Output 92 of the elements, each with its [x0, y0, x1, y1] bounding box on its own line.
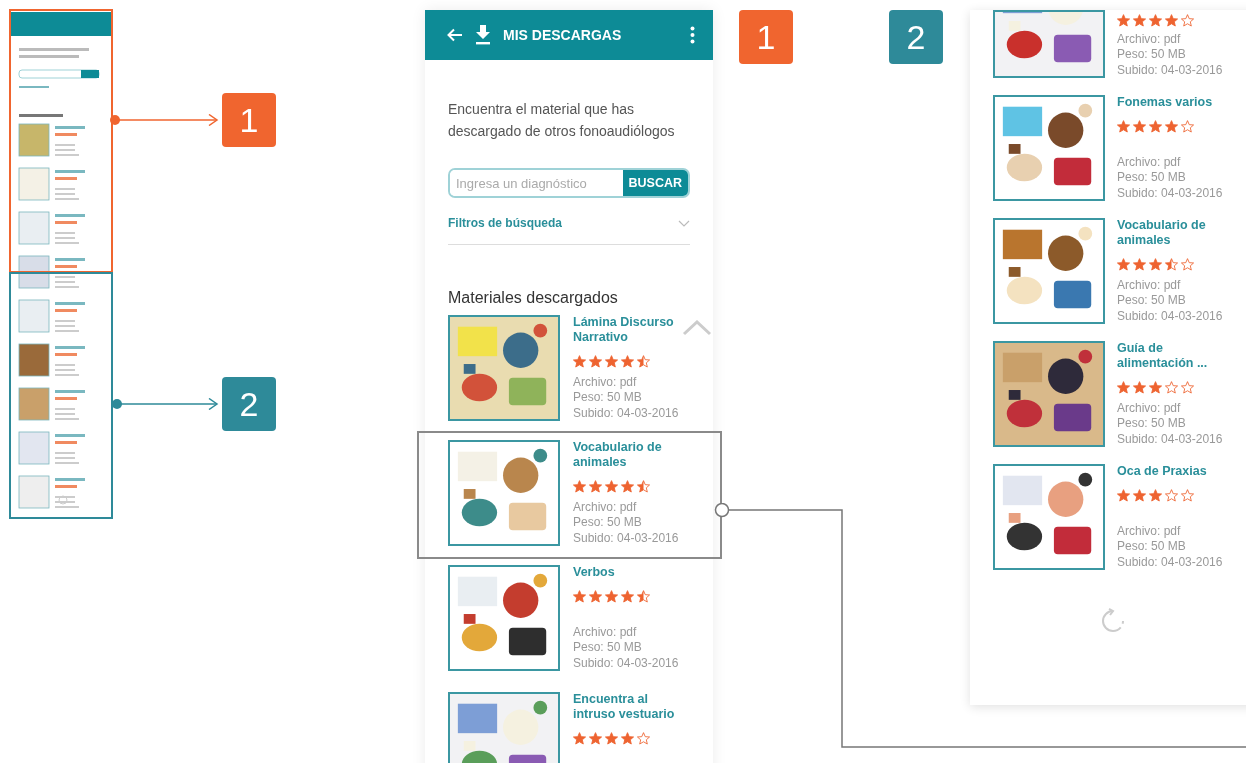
file-size: Peso: 50 MB	[573, 640, 643, 656]
star-icon	[1133, 14, 1146, 27]
upload-date: Subido: 04-03-2016	[1117, 554, 1224, 570]
star-icon	[1149, 258, 1162, 271]
star-icon	[1181, 120, 1194, 133]
star-icon	[573, 732, 586, 745]
more-menu-icon[interactable]	[690, 26, 695, 44]
callout-badge: 1	[739, 10, 793, 64]
back-arrow-icon[interactable]	[447, 28, 463, 42]
star-icon	[1133, 381, 1146, 394]
star-icon	[1165, 258, 1178, 271]
star-icon	[605, 590, 618, 603]
star-icon	[621, 355, 634, 368]
star-icon	[637, 590, 650, 603]
star-icon	[1165, 120, 1178, 133]
star-icon	[1117, 381, 1130, 394]
star-icon	[573, 480, 586, 493]
star-icon	[1133, 489, 1146, 502]
file-type: Archivo: pdf	[573, 374, 638, 390]
file-type: Archivo: pdf	[1117, 523, 1182, 539]
star-icon	[1149, 381, 1162, 394]
file-size: Peso: 50 MB	[1117, 416, 1187, 432]
star-icon	[589, 732, 602, 745]
file-size: Peso: 50 MB	[1117, 293, 1187, 309]
star-icon	[1165, 381, 1178, 394]
material-title[interactable]: Encuentra al intruso vestuario	[573, 692, 688, 722]
section-title: Materiales descargados	[448, 289, 619, 307]
chevron-icon	[678, 219, 690, 227]
star-icon	[621, 480, 634, 493]
star-icon	[573, 590, 586, 603]
file-type: Archivo: pdf	[1117, 400, 1182, 416]
star-icon	[605, 480, 618, 493]
star-icon	[589, 590, 602, 603]
star-icon	[1165, 14, 1178, 27]
file-type: Archivo: pdf	[1117, 31, 1182, 47]
file-size: Peso: 50 MB	[573, 390, 643, 406]
file-type: Archivo: pdf	[573, 624, 638, 640]
material-title[interactable]: Verbos	[573, 565, 688, 580]
search-field[interactable]: Ingresa un diagnóstico BUSCAR	[448, 168, 690, 198]
material-title[interactable]: Vocabulario de animales	[573, 440, 688, 470]
download-icon	[475, 25, 491, 45]
star-icon	[1181, 489, 1194, 502]
star-icon	[573, 355, 586, 368]
star-icon	[1117, 120, 1130, 133]
file-type: Archivo: pdf	[1117, 154, 1182, 170]
star-icon	[621, 732, 634, 745]
search-button[interactable]: BUSCAR	[622, 170, 688, 196]
file-size: Peso: 50 MB	[1117, 539, 1187, 555]
star-icon	[605, 355, 618, 368]
file-type: Archivo: pdf	[573, 499, 638, 515]
material-title[interactable]: Oca de Praxias	[1117, 464, 1235, 479]
star-icon	[1133, 120, 1146, 133]
filters-toggle[interactable]: Filtros de búsqueda	[448, 216, 690, 245]
star-icon	[1133, 258, 1146, 271]
upload-date: Subido: 04-03-2016	[1117, 185, 1224, 201]
upload-date: Subido: 04-03-2016	[573, 655, 680, 671]
star-icon	[1165, 489, 1178, 502]
star-icon	[1181, 14, 1194, 27]
star-icon	[621, 590, 634, 603]
file-size: Peso: 50 MB	[573, 515, 643, 531]
star-icon	[1149, 489, 1162, 502]
star-icon	[637, 732, 650, 745]
material-title[interactable]: Fonemas varios	[1117, 95, 1235, 110]
star-icon	[637, 480, 650, 493]
material-title[interactable]: Guía de alimentación ...	[1117, 341, 1235, 371]
callout-badge: 2	[222, 377, 276, 431]
star-icon	[589, 480, 602, 493]
callout-badge: 1	[222, 93, 276, 147]
star-icon	[1117, 258, 1130, 271]
loading-icon	[1100, 608, 1126, 634]
file-type: Archivo: pdf	[1117, 277, 1182, 293]
intro-text: Encuentra el material que has descargado de otros fonoaudiólogos	[448, 100, 676, 141]
material-title[interactable]: Lámina Discurso Narrativo	[573, 315, 688, 345]
upload-date: Subido: 04-03-2016	[573, 405, 680, 421]
star-icon	[1181, 381, 1194, 394]
star-icon	[1149, 14, 1162, 27]
screen-title: MIS DESCARGAS	[503, 27, 623, 43]
star-icon	[605, 732, 618, 745]
file-size: Peso: 50 MB	[1117, 170, 1187, 186]
star-icon	[1117, 489, 1130, 502]
material-title[interactable]: Vocabulario de animales	[1117, 218, 1235, 248]
upload-date: Subido: 04-03-2016	[573, 530, 680, 546]
upload-date: Subido: 04-03-2016	[1117, 62, 1224, 78]
file-size: Peso: 50 MB	[1117, 47, 1187, 63]
upload-date: Subido: 04-03-2016	[1117, 308, 1224, 324]
star-icon	[1149, 120, 1162, 133]
star-icon	[1181, 258, 1194, 271]
callout-badge: 2	[889, 10, 943, 64]
star-icon	[637, 355, 650, 368]
star-icon	[589, 355, 602, 368]
upload-date: Subido: 04-03-2016	[1117, 431, 1224, 447]
star-icon	[1117, 14, 1130, 27]
